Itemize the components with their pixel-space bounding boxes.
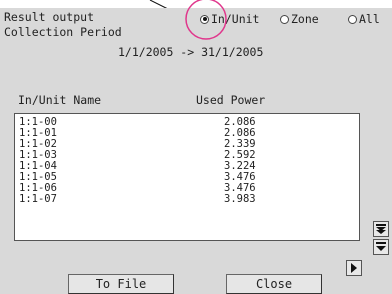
result-list[interactable]: 1:1-00 2.086 1:1-01 2.086 1:1-02 2.339 1:1-… [14, 113, 360, 241]
collection-period-label: Collection Period [4, 25, 122, 39]
table-row[interactable]: 1:1-07 3.983 [19, 194, 349, 205]
table-row[interactable]: 1:1-00 2.086 [19, 117, 349, 128]
to-file-button[interactable]: To File [68, 274, 174, 294]
double-down-arrow-icon [376, 224, 386, 234]
right-arrow-icon [351, 263, 357, 273]
close-button[interactable]: Close [226, 274, 322, 294]
down-arrow-icon [376, 242, 386, 251]
scroll-down-button[interactable] [373, 239, 389, 255]
page-down-button[interactable] [373, 221, 389, 237]
next-page-button[interactable] [346, 260, 362, 276]
result-output-label: Result output [4, 10, 95, 24]
column-header-power: Used Power [196, 93, 266, 107]
table-row[interactable]: 1:1-01 2.086 [19, 128, 349, 139]
radio-in-unit[interactable]: In/Unit [200, 12, 259, 26]
radio-unselected-icon [280, 14, 289, 24]
radio-in-unit-label: In/Unit [211, 12, 260, 26]
radio-zone-label: Zone [291, 12, 319, 26]
radio-unselected-icon [348, 14, 357, 24]
table-row[interactable]: 1:1-06 3.476 [19, 183, 349, 194]
table-row[interactable]: 1:1-03 2.592 [19, 150, 349, 161]
period-range: 1/1/2005 -> 31/1/2005 [118, 45, 264, 59]
radio-all[interactable]: All [348, 12, 380, 26]
result-panel: Result output Collection Period 1/1/2005… [0, 8, 392, 294]
table-row[interactable]: 1:1-05 3.476 [19, 172, 349, 183]
table-row[interactable]: 1:1-04 3.224 [19, 161, 349, 172]
table-row[interactable]: 1:1-02 2.339 [19, 139, 349, 150]
column-header-name: In/Unit Name [18, 93, 102, 107]
radio-all-label: All [359, 12, 380, 26]
radio-zone[interactable]: Zone [280, 12, 319, 26]
radio-selected-icon [200, 14, 209, 24]
